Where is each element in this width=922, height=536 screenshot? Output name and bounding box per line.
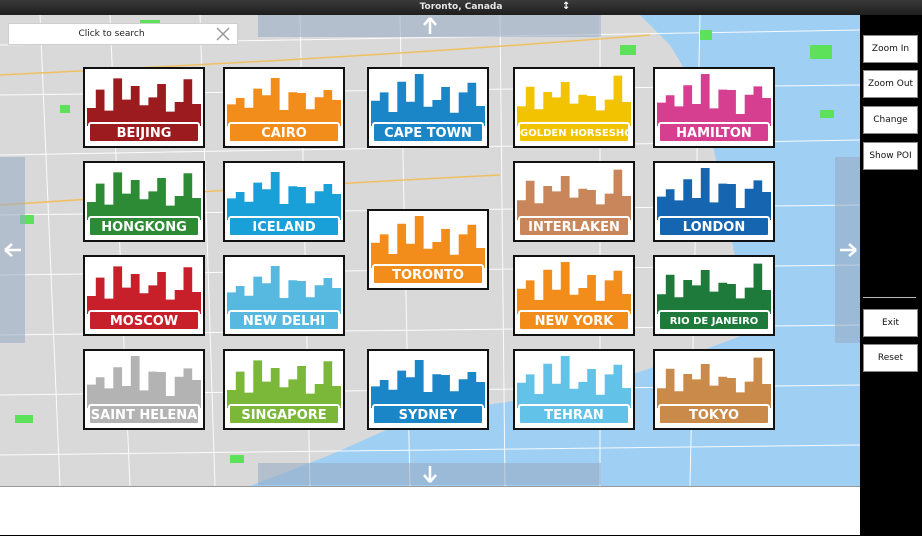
city-tile[interactable]: GOLDEN HORSESHOE — [513, 67, 635, 148]
skyline-icon — [517, 75, 631, 126]
city-tile[interactable]: TOKYO — [653, 349, 775, 430]
skyline-icon — [87, 172, 201, 220]
city-label: HAMILTON — [658, 122, 770, 143]
control-sidebar: Zoom In Zoom Out Change Map Show POI Exi… — [860, 15, 922, 536]
city-tile[interactable]: CAPE TOWN — [367, 67, 489, 148]
arrow-right-icon — [839, 243, 857, 257]
skyline-icon — [371, 216, 485, 268]
search-box[interactable]: Click to search — [8, 23, 238, 45]
sidebar-divider — [863, 297, 916, 298]
exit-button[interactable]: Exit — [863, 309, 918, 337]
map-view[interactable]: Click to search BEIJING CAIRO CAPE TOWN GOL… — [0, 15, 860, 486]
skyline-icon — [87, 266, 201, 314]
city-tile[interactable]: SYDNEY — [367, 349, 489, 430]
clear-search-icon[interactable] — [215, 26, 231, 42]
change-map-button[interactable]: Change Map — [863, 106, 918, 151]
city-tile[interactable]: INTERLAKEN — [513, 161, 635, 242]
city-tile[interactable]: TORONTO — [367, 209, 489, 290]
city-label: NEW DELHI — [228, 310, 340, 331]
arrow-up-icon — [422, 17, 437, 34]
skyline-icon — [87, 78, 201, 126]
zoom-in-button[interactable]: Zoom In — [863, 35, 918, 63]
city-tile[interactable]: NEW YORK — [513, 255, 635, 336]
skyline-icon — [657, 263, 771, 314]
skyline-icon — [517, 169, 631, 220]
city-label: SINGAPORE — [228, 404, 340, 425]
skyline-icon — [657, 168, 771, 220]
city-tile[interactable]: TEHRAN — [513, 349, 635, 430]
skyline-icon — [657, 74, 771, 126]
city-label: SAINT HELENA — [88, 404, 200, 425]
city-label: MOSCOW — [88, 310, 200, 331]
skyline-icon — [517, 262, 631, 314]
city-tile[interactable]: LONDON — [653, 161, 775, 242]
window-title-bar: Toronto, Canada ↕ — [0, 0, 922, 15]
city-label: INTERLAKEN — [518, 216, 630, 237]
skyline-icon — [517, 356, 631, 408]
skyline-icon — [227, 172, 341, 220]
skyline-icon — [87, 356, 201, 408]
show-poi-button[interactable]: Show POI — [863, 142, 918, 170]
arrow-left-icon — [3, 243, 21, 257]
city-tile[interactable]: HONGKONG — [83, 161, 205, 242]
zoom-out-button[interactable]: Zoom Out — [863, 70, 918, 98]
skyline-icon — [371, 360, 485, 408]
city-tile[interactable]: MOSCOW — [83, 255, 205, 336]
city-label: CAIRO — [228, 122, 340, 143]
pan-down-button[interactable] — [258, 463, 601, 485]
city-label: NEW YORK — [518, 310, 630, 331]
skyline-icon — [227, 78, 341, 126]
city-label: LONDON — [658, 216, 770, 237]
city-tile[interactable]: ICELAND — [223, 161, 345, 242]
city-label: BEIJING — [88, 122, 200, 143]
skyline-icon — [227, 266, 341, 314]
city-tile[interactable]: RIO DE JANEIRO — [653, 255, 775, 336]
skyline-icon — [227, 360, 341, 408]
city-label: TEHRAN — [518, 404, 630, 425]
move-cursor-icon: ↕ — [562, 1, 571, 12]
skyline-icon — [371, 74, 485, 126]
city-tile[interactable]: CAIRO — [223, 67, 345, 148]
city-tile[interactable]: HAMILTON — [653, 67, 775, 148]
city-label: TOKYO — [658, 404, 770, 425]
city-label: ICELAND — [228, 216, 340, 237]
city-tile[interactable]: SINGAPORE — [223, 349, 345, 430]
city-label: RIO DE JANEIRO — [658, 310, 770, 331]
pan-right-button[interactable] — [835, 157, 860, 343]
city-tile[interactable]: SAINT HELENA — [83, 349, 205, 430]
city-label: TORONTO — [372, 264, 484, 285]
arrow-down-icon — [422, 466, 437, 483]
city-label: GOLDEN HORSESHOE — [518, 122, 630, 143]
window-title: Toronto, Canada — [419, 2, 503, 12]
pan-up-button[interactable] — [258, 15, 601, 37]
city-label: HONGKONG — [88, 216, 200, 237]
pan-left-button[interactable] — [0, 157, 25, 343]
reset-button[interactable]: Reset — [863, 344, 918, 372]
city-tile[interactable]: BEIJING — [83, 67, 205, 148]
city-label: CAPE TOWN — [372, 122, 484, 143]
skyline-icon — [657, 357, 771, 408]
city-label: SYDNEY — [372, 404, 484, 425]
city-tile[interactable]: NEW DELHI — [223, 255, 345, 336]
status-panel — [0, 486, 860, 535]
search-placeholder: Click to search — [78, 29, 145, 39]
